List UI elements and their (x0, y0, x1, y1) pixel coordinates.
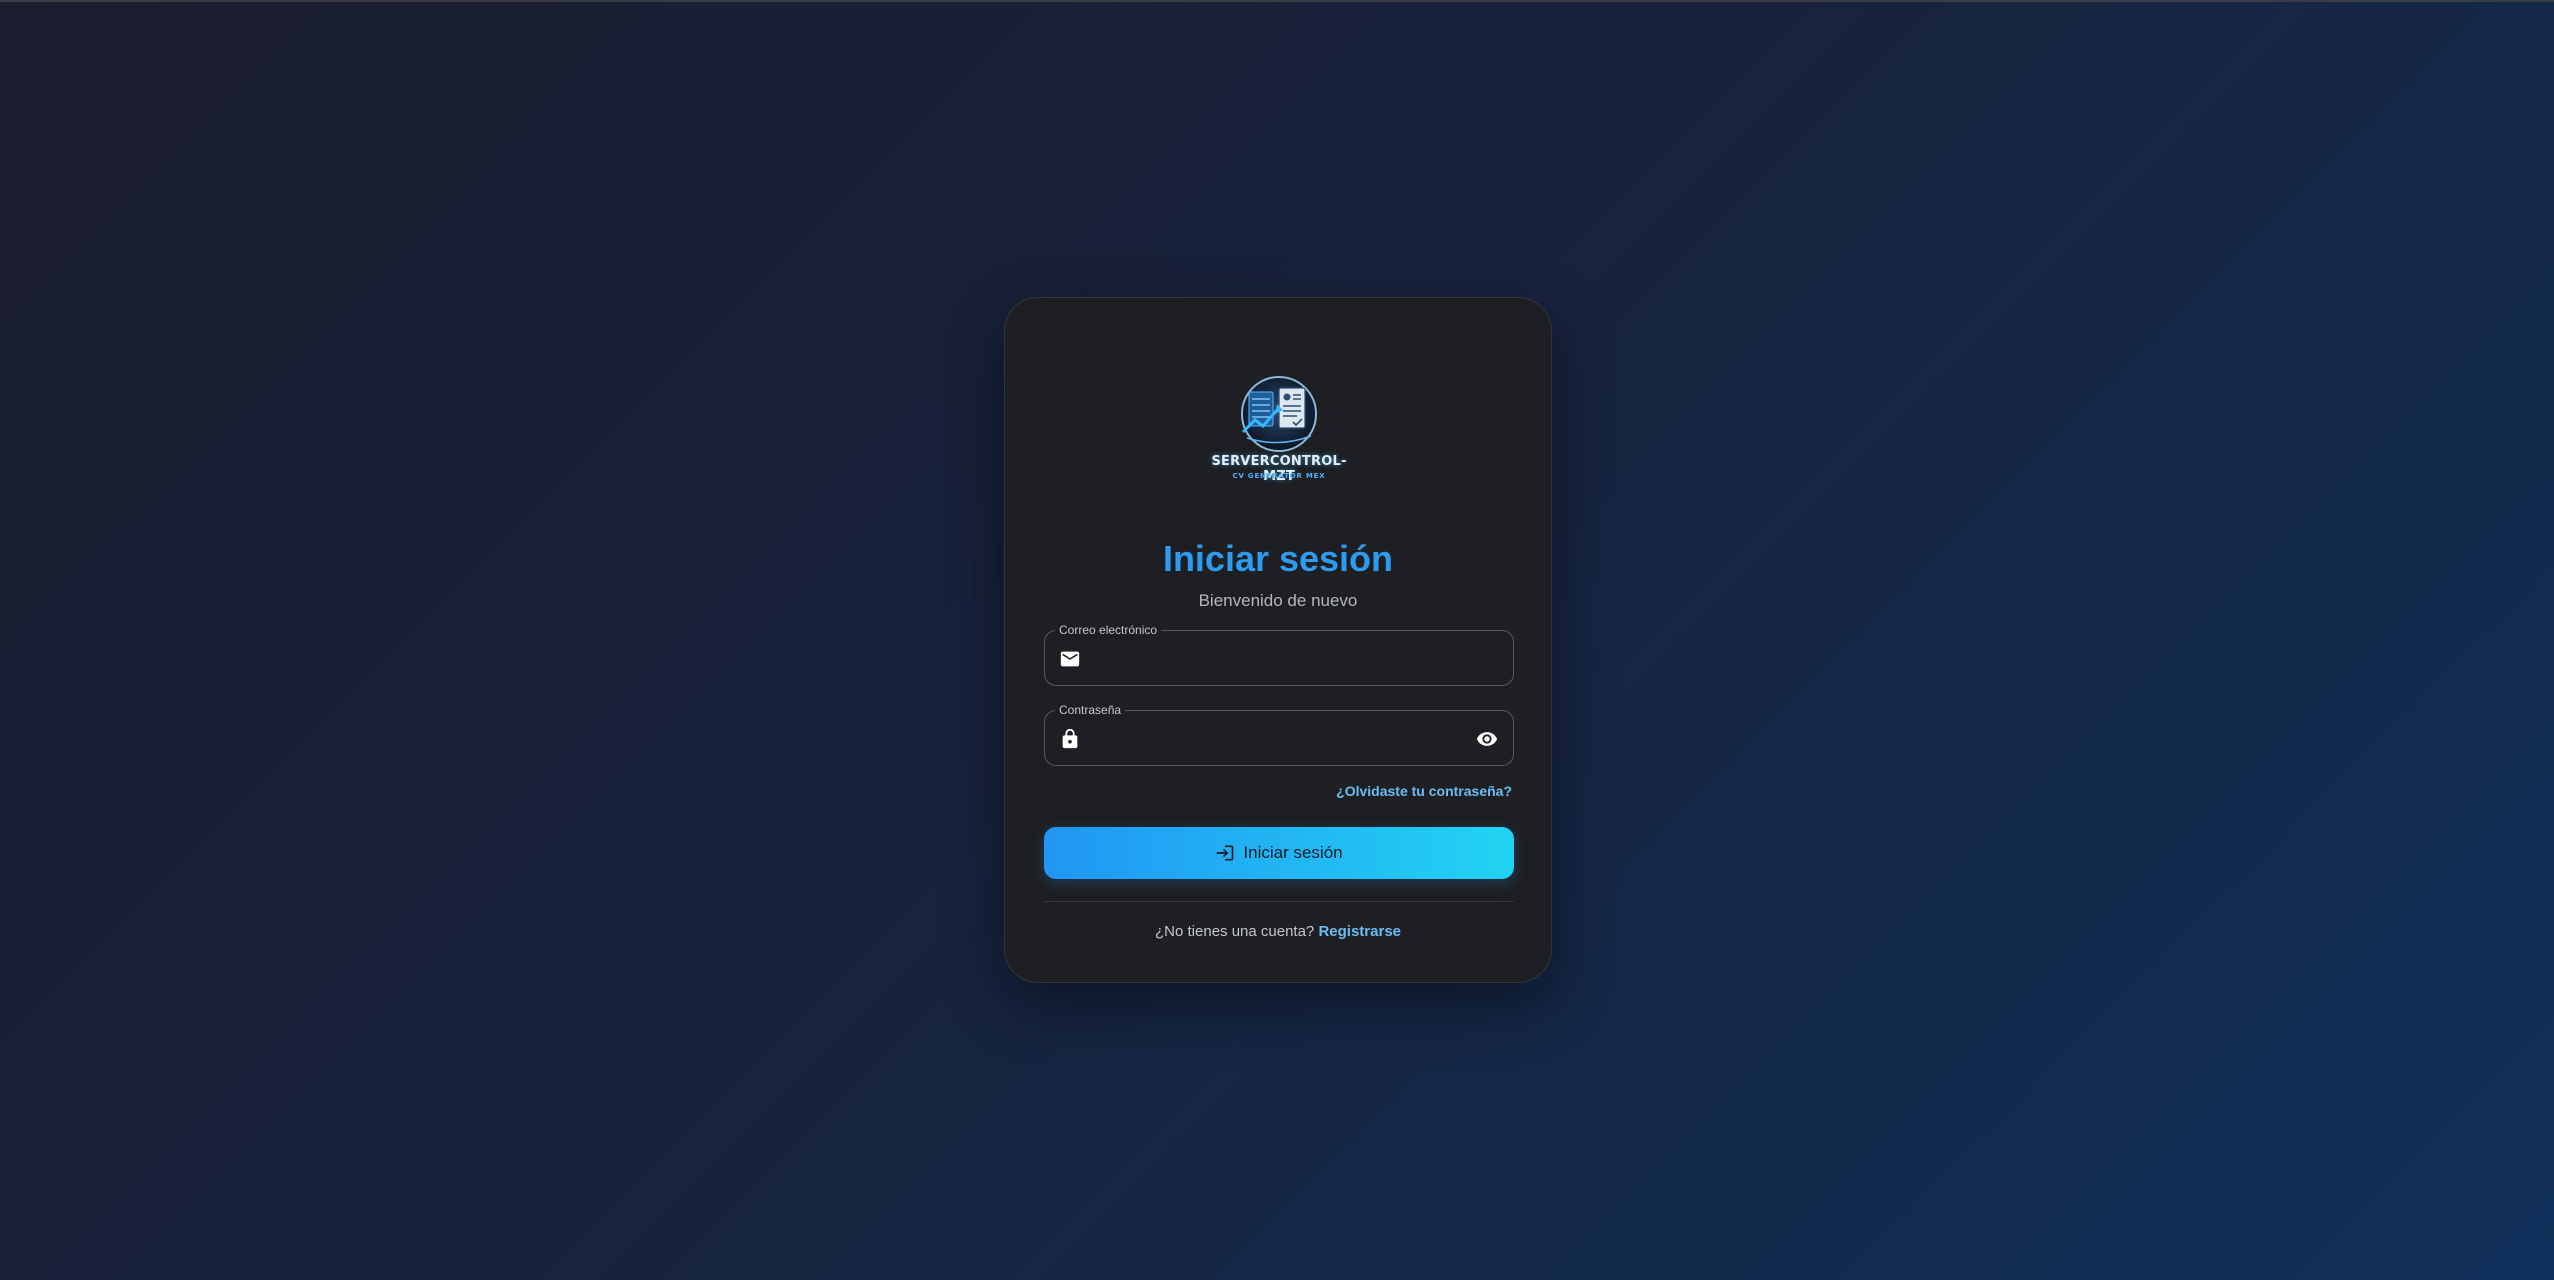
password-field-label: Contraseña (1055, 702, 1126, 718)
password-field: Contraseña (1044, 702, 1514, 766)
email-input[interactable] (1097, 639, 1461, 679)
logo-emblem-icon (1241, 376, 1317, 452)
page-title: Iniciar sesión (1162, 538, 1394, 579)
eye-icon[interactable] (1475, 728, 1499, 750)
login-icon (1217, 845, 1234, 861)
password-input[interactable] (1097, 719, 1461, 759)
logo-brand-subtitle: CV GENERATOR MEX (1232, 472, 1326, 480)
lock-icon (1062, 728, 1078, 749)
page-subtitle: Bienvenido de nuevo (1198, 591, 1358, 610)
email-field-label: Correo electrónico (1055, 622, 1162, 638)
email-field: Correo electrónico (1044, 622, 1514, 686)
login-button-label: Iniciar sesión (1243, 843, 1343, 862)
forgot-password-link[interactable]: ¿Olvidaste tu contraseña? (1336, 783, 1512, 799)
register-link[interactable]: Registrarse (1318, 923, 1401, 940)
window-top-border (0, 0, 2554, 2)
mail-icon (1060, 651, 1080, 667)
brand-logo: SERVERCONTROL-MZT CV GENERATOR MEX (1211, 374, 1347, 486)
login-button[interactable]: Iniciar sesión (1044, 827, 1514, 879)
login-card: SERVERCONTROL-MZT CV GENERATOR MEX Inici… (1004, 297, 1552, 983)
no-account-text: ¿No tienes una cuenta? (1155, 923, 1315, 940)
register-prompt: ¿No tienes una cuenta? Registrarse (1005, 923, 1551, 940)
divider (1044, 901, 1514, 902)
